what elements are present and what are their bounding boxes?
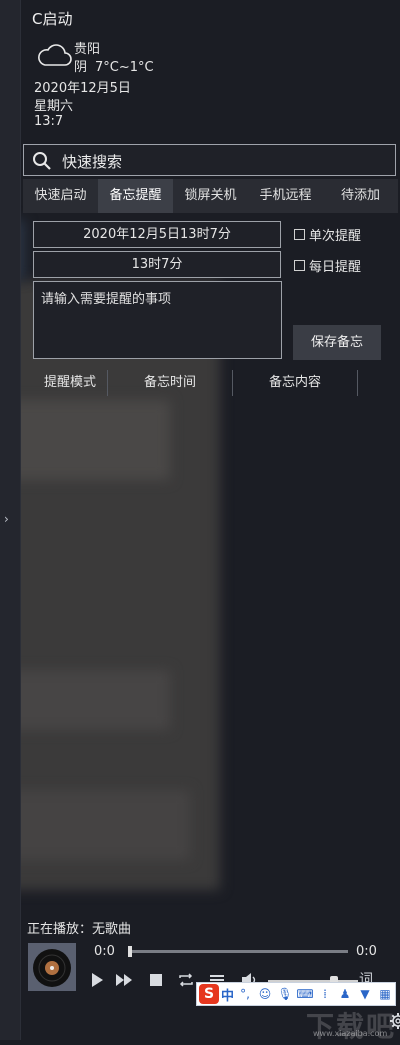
- tab-phone-remote[interactable]: 手机远程: [248, 179, 323, 213]
- search-box[interactable]: 快速搜索: [23, 144, 396, 176]
- user-icon[interactable]: ♟: [336, 985, 354, 1003]
- weather-condition: 阴: [74, 60, 88, 75]
- current-date: 2020年12月5日: [34, 81, 131, 96]
- sogou-logo-icon[interactable]: S: [199, 984, 219, 1004]
- reminder-time-field[interactable]: 13时7分: [33, 251, 281, 278]
- launcher-panel: C启动 贵阳 阴 7°C~1°C 2020年12月5日 星期六 13:7 快速搜索…: [21, 0, 400, 1043]
- app-title: C启动: [32, 10, 73, 28]
- reminder-datetime-field[interactable]: 2020年12月5日13时7分: [33, 221, 281, 248]
- progress-bar[interactable]: [128, 946, 348, 957]
- now-playing-label: 正在播放：无歌曲: [27, 922, 132, 937]
- column-header-time[interactable]: 备忘时间: [108, 370, 232, 396]
- time-current: 0:0: [94, 944, 115, 959]
- once-reminder-checkbox[interactable]: 单次提醒: [294, 225, 362, 244]
- daily-reminder-label: 每日提醒: [309, 259, 362, 275]
- toolbox-icon[interactable]: ▦: [376, 985, 394, 1003]
- weather-condition-row: 阴 7°C~1°C: [74, 56, 162, 75]
- memo-content-input[interactable]: 请输入需要提醒的事项: [33, 281, 282, 359]
- tab-lock-shutdown[interactable]: 锁屏关机: [173, 179, 248, 213]
- column-header-content[interactable]: 备忘内容: [233, 370, 357, 396]
- gear-icon[interactable]: [389, 1012, 400, 1030]
- vinyl-icon: [28, 943, 76, 991]
- collapse-strip[interactable]: ›: [0, 0, 21, 1040]
- emoji-icon[interactable]: ☺: [256, 985, 274, 1003]
- watermark: 下载吧: [306, 1010, 397, 1043]
- checkbox-box[interactable]: [294, 259, 305, 271]
- tab-memo-reminder[interactable]: 备忘提醒: [98, 179, 173, 213]
- microphone-icon[interactable]: 🎙: [276, 985, 294, 1003]
- watermark-url: www.xiazaiba.com: [313, 1029, 388, 1038]
- checkbox-box[interactable]: [294, 228, 305, 240]
- menu-grid-icon[interactable]: ⁞: [316, 985, 334, 1003]
- column-divider: [357, 370, 358, 396]
- skin-icon[interactable]: ▼: [356, 985, 374, 1003]
- ime-toolbar[interactable]: S 中 °, ☺ 🎙 ⌨ ⁞ ♟ ▼ ▦: [196, 982, 396, 1006]
- repeat-icon[interactable]: [177, 971, 195, 989]
- save-memo-button[interactable]: 保存备忘: [293, 325, 381, 360]
- tab-quick-launch[interactable]: 快速启动: [23, 179, 98, 213]
- ime-mode[interactable]: 中: [221, 985, 234, 1004]
- once-reminder-label: 单次提醒: [309, 228, 362, 244]
- time-total: 0:0: [356, 944, 377, 959]
- ime-punct[interactable]: °,: [236, 985, 254, 1003]
- current-weekday: 星期六: [34, 99, 74, 114]
- progress-knob[interactable]: [128, 946, 132, 957]
- album-art: [28, 943, 76, 991]
- search-label: 快速搜索: [62, 153, 123, 171]
- chevron-right-icon[interactable]: ›: [4, 512, 9, 526]
- daily-reminder-checkbox[interactable]: 每日提醒: [294, 256, 362, 275]
- fast-forward-icon[interactable]: [115, 971, 133, 989]
- tab-bar: 快速启动 备忘提醒 锁屏关机 手机远程 待添加: [23, 179, 398, 213]
- keyboard-icon[interactable]: ⌨: [296, 985, 314, 1003]
- column-header-mode[interactable]: 提醒模式: [33, 370, 107, 396]
- search-icon: [33, 152, 51, 170]
- play-icon[interactable]: [88, 971, 106, 989]
- weather-temperature: 7°C~1°C: [95, 60, 154, 75]
- cloud-icon: [38, 44, 72, 66]
- weather-city: 贵阳: [74, 42, 101, 57]
- current-time: 13:7: [34, 114, 64, 129]
- tab-to-add[interactable]: 待添加: [323, 179, 398, 213]
- stop-icon[interactable]: [147, 971, 165, 989]
